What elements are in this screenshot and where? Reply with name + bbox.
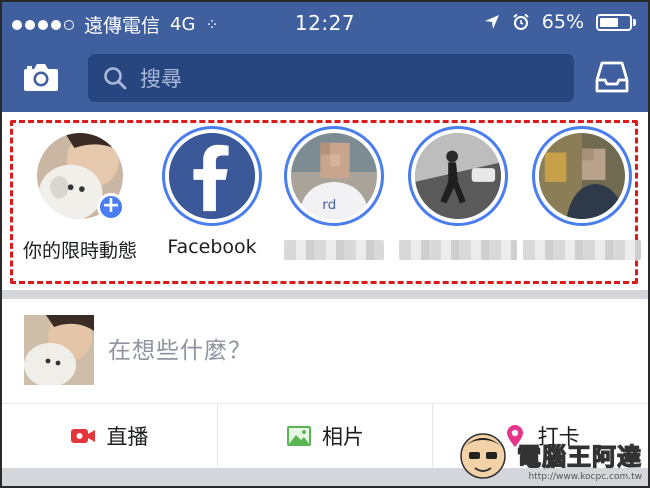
inbox-icon[interactable] bbox=[594, 60, 630, 94]
navigation-row: 搜尋 bbox=[2, 52, 648, 104]
watermark-title: 電腦王阿達 bbox=[516, 442, 642, 471]
search-bar[interactable]: 搜尋 bbox=[88, 54, 574, 102]
watermark-url: http://www.kocpc.com.tw bbox=[528, 472, 642, 482]
battery-percent: 65% bbox=[541, 11, 584, 33]
location-arrow-icon bbox=[484, 15, 499, 29]
avatar bbox=[24, 315, 94, 385]
svg-text:rd: rd bbox=[322, 197, 336, 213]
stories-tray: + 你的限時動態 Facebook rd bbox=[2, 112, 648, 290]
composer-prompt[interactable]: 在想些什麼？ bbox=[108, 331, 252, 365]
camera-icon[interactable] bbox=[22, 60, 60, 94]
search-icon bbox=[104, 67, 127, 90]
action-label: 相片 bbox=[322, 425, 364, 449]
status-composer[interactable]: 在想些什麼？ bbox=[2, 299, 648, 403]
photo-button[interactable]: 相片 bbox=[216, 404, 433, 468]
battery-icon bbox=[596, 13, 636, 31]
photo-icon bbox=[287, 426, 311, 446]
mascot-logo-icon bbox=[460, 433, 506, 479]
watermark: 電腦王阿達 http://www.kocpc.com.tw bbox=[455, 426, 642, 482]
avatar: rd bbox=[291, 133, 377, 219]
avatar bbox=[415, 133, 501, 219]
status-bar: 遠傳電信 4G ⁘ 12:27 65% bbox=[2, 2, 648, 42]
story-friend[interactable]: rd bbox=[272, 126, 396, 260]
story-friend[interactable] bbox=[396, 126, 520, 260]
screen-frame: 遠傳電信 4G ⁘ 12:27 65% 搜尋 + 你的限時動態 Facebook… bbox=[0, 0, 650, 488]
avatar bbox=[539, 133, 625, 219]
story-friend[interactable] bbox=[520, 126, 644, 260]
add-story-icon[interactable]: + bbox=[97, 193, 125, 221]
top-bar: 遠傳電信 4G ⁘ 12:27 65% 搜尋 bbox=[2, 2, 648, 112]
action-label: 直播 bbox=[106, 425, 149, 449]
alarm-clock-icon bbox=[513, 13, 529, 30]
live-video-button[interactable]: 直播 bbox=[2, 404, 217, 468]
search-placeholder: 搜尋 bbox=[140, 67, 182, 91]
story-name: Facebook bbox=[167, 236, 257, 258]
story-name-obscured bbox=[399, 240, 517, 260]
section-divider bbox=[2, 290, 648, 299]
story-name-obscured bbox=[523, 240, 641, 260]
story-your-story[interactable]: + 你的限時動態 bbox=[18, 126, 142, 263]
live-video-icon bbox=[71, 429, 96, 443]
facebook-logo-icon bbox=[169, 133, 255, 219]
story-name-obscured bbox=[284, 240, 384, 260]
story-name: 你的限時動態 bbox=[22, 240, 137, 262]
story-facebook[interactable]: Facebook bbox=[150, 126, 274, 258]
